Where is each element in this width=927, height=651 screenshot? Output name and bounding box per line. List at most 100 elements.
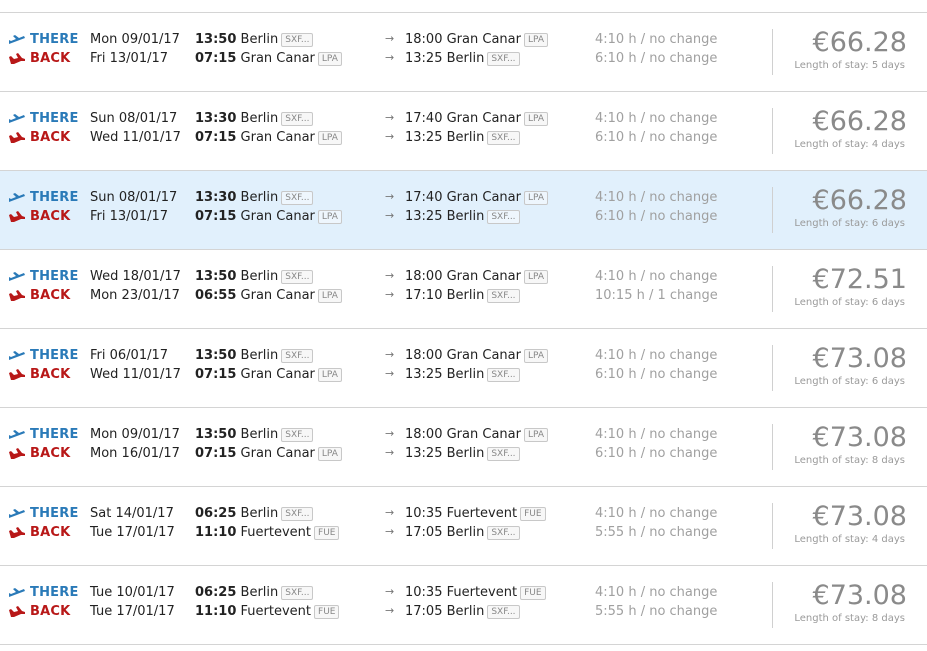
return-departure-time: 11:10 bbox=[195, 604, 237, 619]
length-of-stay: Length of stay: 4 days bbox=[794, 139, 905, 150]
price: €73.08 bbox=[812, 501, 907, 532]
flight-result-row[interactable]: THERE Mon 09/01/17 13:50 Berlin SXF... → … bbox=[0, 13, 927, 92]
flight-result-row[interactable]: THERE Sun 08/01/17 13:30 Berlin SXF... → … bbox=[0, 92, 927, 171]
there-label: THERE bbox=[30, 111, 79, 126]
outbound-leg: THERE Fri 06/01/17 13:50 Berlin SXF... → … bbox=[0, 347, 927, 366]
return-departure-code: LPA bbox=[317, 52, 342, 66]
return-departure-city: Gran Canar bbox=[240, 446, 315, 461]
arrow-icon: → bbox=[385, 585, 395, 598]
outbound-departure-code: SXF... bbox=[281, 507, 314, 521]
outbound-leg: THERE Sun 08/01/17 13:30 Berlin SXF... → … bbox=[0, 189, 927, 208]
return-arrival-code: SXF... bbox=[487, 526, 520, 540]
return-departure: 07:15 Gran Canar LPA bbox=[195, 446, 342, 461]
outbound-departure: 13:50 Berlin SXF... bbox=[195, 269, 314, 284]
return-arrival-time: 17:10 bbox=[405, 288, 443, 303]
outbound-arrival: 18:00 Gran Canar LPA bbox=[405, 427, 548, 442]
length-of-stay: Length of stay: 6 days bbox=[794, 376, 905, 387]
return-leg: BACK Tue 17/01/17 11:10 Fuertevent FUE → … bbox=[0, 603, 927, 622]
return-departure-time: 07:15 bbox=[195, 367, 237, 382]
return-date: Wed 11/01/17 bbox=[90, 367, 181, 382]
outbound-arrival: 18:00 Gran Canar LPA bbox=[405, 348, 548, 363]
return-arrival-city: Berlin bbox=[446, 446, 485, 461]
return-date: Fri 13/01/17 bbox=[90, 209, 169, 224]
arrow-icon: → bbox=[385, 604, 395, 617]
arrow-icon: → bbox=[385, 32, 395, 45]
plane-takeoff-icon bbox=[9, 114, 25, 123]
return-duration: 6:10 h / no change bbox=[595, 446, 718, 461]
return-arrival: 13:25 Berlin SXF... bbox=[405, 130, 520, 145]
outbound-departure-city: Berlin bbox=[240, 269, 279, 284]
arrow-icon: → bbox=[385, 427, 395, 440]
price-divider bbox=[772, 582, 773, 628]
return-departure-code: FUE bbox=[314, 605, 340, 619]
outbound-arrival-time: 18:00 bbox=[405, 427, 443, 442]
outbound-duration: 4:10 h / no change bbox=[595, 32, 718, 47]
outbound-departure: 13:30 Berlin SXF... bbox=[195, 111, 314, 126]
outbound-leg: THERE Wed 18/01/17 13:50 Berlin SXF... → … bbox=[0, 268, 927, 287]
return-departure: 11:10 Fuertevent FUE bbox=[195, 604, 340, 619]
price-divider bbox=[772, 266, 773, 312]
flight-result-row[interactable]: THERE Tue 10/01/17 06:25 Berlin SXF... → … bbox=[0, 566, 927, 645]
return-departure-time: 06:55 bbox=[195, 288, 237, 303]
return-departure-city: Gran Canar bbox=[240, 51, 315, 66]
price: €73.08 bbox=[812, 343, 907, 374]
outbound-departure-city: Berlin bbox=[240, 348, 279, 363]
outbound-date: Fri 06/01/17 bbox=[90, 348, 169, 363]
outbound-departure-code: SXF... bbox=[281, 191, 314, 205]
return-arrival: 13:25 Berlin SXF... bbox=[405, 367, 520, 382]
return-departure-code: LPA bbox=[317, 289, 342, 303]
flight-result-row[interactable]: THERE Wed 18/01/17 13:50 Berlin SXF... → … bbox=[0, 250, 927, 329]
outbound-departure: 13:50 Berlin SXF... bbox=[195, 32, 314, 47]
return-arrival: 17:10 Berlin SXF... bbox=[405, 288, 520, 303]
return-departure: 07:15 Gran Canar LPA bbox=[195, 51, 342, 66]
outbound-departure-city: Berlin bbox=[240, 32, 279, 47]
return-departure-time: 11:10 bbox=[195, 525, 237, 540]
return-departure-time: 07:15 bbox=[195, 130, 237, 145]
back-label: BACK bbox=[30, 525, 71, 540]
return-arrival-time: 13:25 bbox=[405, 51, 443, 66]
outbound-arrival-code: FUE bbox=[520, 586, 546, 600]
outbound-arrival-code: LPA bbox=[523, 428, 548, 442]
plane-landing-icon bbox=[9, 132, 25, 143]
return-date: Tue 17/01/17 bbox=[90, 525, 175, 540]
outbound-departure: 13:30 Berlin SXF... bbox=[195, 190, 314, 205]
return-departure-code: LPA bbox=[317, 210, 342, 224]
back-label: BACK bbox=[30, 209, 71, 224]
outbound-departure-time: 13:50 bbox=[195, 269, 237, 284]
flight-result-row[interactable]: THERE Fri 06/01/17 13:50 Berlin SXF... → … bbox=[0, 329, 927, 408]
outbound-arrival-code: LPA bbox=[523, 112, 548, 126]
outbound-arrival-city: Gran Canar bbox=[446, 32, 521, 47]
return-arrival-city: Berlin bbox=[446, 367, 485, 382]
plane-takeoff-icon bbox=[9, 35, 25, 44]
return-leg: BACK Fri 13/01/17 07:15 Gran Canar LPA → … bbox=[0, 50, 927, 69]
plane-landing-icon bbox=[9, 606, 25, 617]
price-divider bbox=[772, 345, 773, 391]
return-arrival-code: SXF... bbox=[487, 605, 520, 619]
outbound-departure-city: Berlin bbox=[240, 111, 279, 126]
outbound-leg: THERE Sun 08/01/17 13:30 Berlin SXF... → … bbox=[0, 110, 927, 129]
back-label: BACK bbox=[30, 51, 71, 66]
return-arrival-code: SXF... bbox=[487, 447, 520, 461]
outbound-arrival-time: 18:00 bbox=[405, 348, 443, 363]
outbound-date: Mon 09/01/17 bbox=[90, 427, 180, 442]
return-departure-city: Fuertevent bbox=[240, 604, 312, 619]
return-leg: BACK Fri 13/01/17 07:15 Gran Canar LPA → … bbox=[0, 208, 927, 227]
outbound-duration: 4:10 h / no change bbox=[595, 111, 718, 126]
return-departure-code: LPA bbox=[317, 368, 342, 382]
outbound-date: Sun 08/01/17 bbox=[90, 190, 178, 205]
plane-landing-icon bbox=[9, 53, 25, 64]
return-arrival: 13:25 Berlin SXF... bbox=[405, 51, 520, 66]
return-departure-city: Gran Canar bbox=[240, 367, 315, 382]
outbound-arrival-city: Gran Canar bbox=[446, 427, 521, 442]
flight-result-row[interactable]: THERE Mon 09/01/17 13:50 Berlin SXF... → … bbox=[0, 408, 927, 487]
flight-result-row[interactable]: THERE Sun 08/01/17 13:30 Berlin SXF... → … bbox=[0, 171, 927, 250]
back-label: BACK bbox=[30, 367, 71, 382]
outbound-departure-code: SXF... bbox=[281, 349, 314, 363]
return-duration: 6:10 h / no change bbox=[595, 51, 718, 66]
length-of-stay: Length of stay: 4 days bbox=[794, 534, 905, 545]
outbound-departure-time: 13:30 bbox=[195, 111, 237, 126]
outbound-arrival: 17:40 Gran Canar LPA bbox=[405, 190, 548, 205]
outbound-date: Mon 09/01/17 bbox=[90, 32, 180, 47]
return-departure: 11:10 Fuertevent FUE bbox=[195, 525, 340, 540]
flight-result-row[interactable]: THERE Sat 14/01/17 06:25 Berlin SXF... → … bbox=[0, 487, 927, 566]
